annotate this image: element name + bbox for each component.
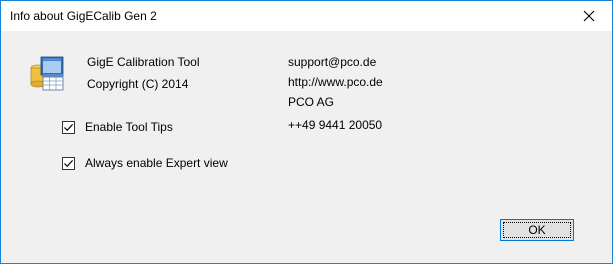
window-title: Info about GigECalib Gen 2 bbox=[10, 9, 157, 23]
expert-view-checkbox[interactable] bbox=[62, 156, 75, 170]
close-button[interactable] bbox=[566, 1, 612, 31]
enable-tooltips-option[interactable]: Enable Tool Tips bbox=[62, 119, 173, 135]
title-bar[interactable]: Info about GigECalib Gen 2 bbox=[1, 1, 612, 31]
enable-tooltips-label: Enable Tool Tips bbox=[85, 120, 173, 134]
checkmark-icon bbox=[64, 123, 74, 131]
focus-rectangle bbox=[503, 222, 571, 238]
ok-button[interactable]: OK bbox=[500, 219, 574, 241]
application-window-icon bbox=[30, 56, 64, 91]
checkmark-icon bbox=[64, 159, 74, 167]
phone-number: ++49 9441 20050 bbox=[288, 118, 383, 132]
enable-tooltips-checkbox[interactable] bbox=[62, 120, 75, 134]
app-name: GigE Calibration Tool bbox=[87, 55, 200, 69]
about-dialog: Info about GigECalib Gen 2 GigE Calibrat… bbox=[0, 0, 613, 264]
support-email: support@pco.de bbox=[288, 55, 377, 69]
copyright-text: Copyright (C) 2014 bbox=[87, 77, 189, 91]
expert-view-label: Always enable Expert view bbox=[85, 156, 228, 170]
close-icon bbox=[583, 10, 595, 22]
expert-view-option[interactable]: Always enable Expert view bbox=[62, 155, 228, 171]
company-name: PCO AG bbox=[288, 95, 335, 109]
website-url: http://www.pco.de bbox=[288, 75, 383, 89]
